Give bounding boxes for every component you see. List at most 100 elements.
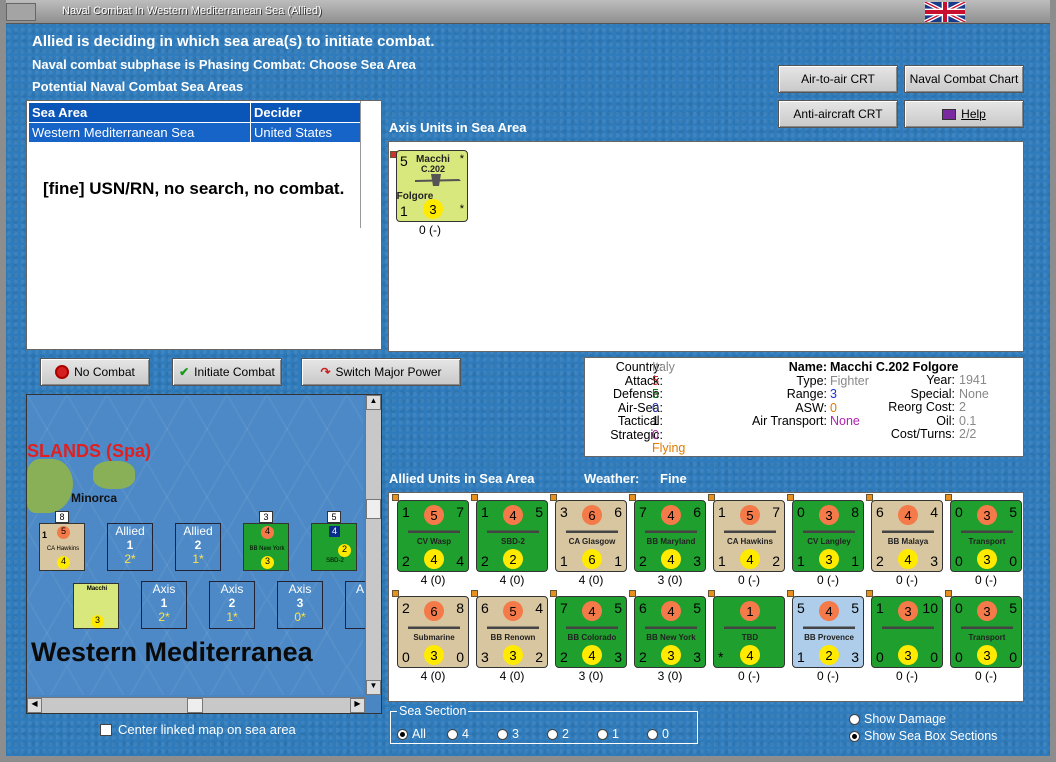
unit-bottom-left: 1 (560, 553, 568, 569)
naval-combat-chart-button[interactable]: Naval Combat Chart (904, 65, 1024, 93)
allied-unit[interactable]: 6 5 4 BB New York 2 3 3 (634, 596, 706, 668)
unit-left: 1 (42, 530, 48, 540)
scroll-down-arrow-icon[interactable]: ▼ (366, 680, 381, 695)
allied-unit[interactable]: 0 8 3 CV Langley 1 1 3 (792, 500, 864, 572)
radio-label: All (412, 727, 426, 741)
allied-box-1[interactable]: Allied 1 2* (107, 523, 153, 571)
uk-flag-icon[interactable] (922, 2, 968, 22)
strategic-value: 0 (652, 427, 659, 442)
status-heading: Allied is deciding in which sea area(s) … (32, 33, 435, 50)
axis-box-3[interactable]: Axis 3 0* (277, 581, 323, 629)
help-button[interactable]: Help (904, 100, 1024, 128)
sea-section-2[interactable]: 2 (547, 727, 569, 741)
allied-unit[interactable]: 7 6 4 BB Maryland 2 3 4 (634, 500, 706, 572)
show-damage-option[interactable]: Show Damage (849, 712, 946, 726)
scroll-left-arrow-icon[interactable]: ◀ (27, 698, 42, 713)
sea-section-1[interactable]: 1 (597, 727, 619, 741)
no-entry-icon (55, 365, 70, 379)
radio-dot[interactable] (849, 713, 860, 725)
allied-unit[interactable]: 1 5 4 SBD-2 2 2 (476, 500, 548, 572)
col-sea-area[interactable]: Sea Area (28, 102, 251, 123)
radio-dot[interactable] (597, 728, 608, 740)
scroll-right-arrow-icon[interactable]: ▶ (350, 698, 365, 713)
show-sea-box-option[interactable]: Show Sea Box Sections (849, 729, 997, 743)
air-to-air-crt-button[interactable]: Air-to-air CRT (778, 65, 898, 93)
center-map-checkbox-row[interactable]: Center linked map on sea area (100, 722, 296, 737)
box-label: Axis (288, 582, 312, 596)
unit-defense: 3 (424, 645, 444, 665)
vertical-scroll-thumb[interactable] (366, 499, 381, 519)
allied-unit[interactable]: 1 10 3 0 0 3 (871, 596, 943, 668)
unit-top-left: 6 (481, 600, 489, 616)
initiate-combat-button[interactable]: ✔ Initiate Combat (172, 358, 282, 386)
unit-defense: 2 (503, 549, 523, 569)
unit-attack: 4 (261, 526, 274, 539)
air-transport-label: Air Transport: (751, 414, 827, 428)
allied-unit[interactable]: 3 6 6 CA Glasgow 1 1 6 (555, 500, 627, 572)
map-unit-sbd-2[interactable]: 4 SBD-2 2 (311, 523, 357, 571)
cell-decider[interactable]: United States (250, 122, 361, 143)
horizontal-scroll-thumb[interactable] (187, 698, 203, 713)
allied-unit[interactable]: 5 5 4 BB Provence 1 3 2 (792, 596, 864, 668)
radio-dot[interactable] (497, 728, 508, 740)
linked-map[interactable]: SLANDS (Spa) Minorca 1 5 CA Hawkins 4 8 … (26, 394, 382, 714)
box-number: 1 (160, 596, 168, 610)
col-decider[interactable]: Decider (250, 102, 361, 123)
radio-dot[interactable] (647, 728, 658, 740)
allied-unit[interactable]: 6 4 4 BB Malaya 2 3 4 (871, 500, 943, 572)
allied-box-2[interactable]: Allied 2 1* (175, 523, 221, 571)
unit-bottom-left: * (718, 649, 724, 665)
sea-section-4[interactable]: 4 (447, 727, 469, 741)
switch-major-power-button[interactable]: ↷ Switch Major Power (301, 358, 461, 386)
no-combat-button[interactable]: No Combat (40, 358, 150, 386)
cost-turns-label: Cost/Turns: (890, 427, 955, 441)
unit-bottom-right: 2 (535, 649, 543, 665)
unit-count: 0 (-) (817, 573, 839, 587)
radio-dot[interactable] (447, 728, 458, 740)
system-menu-button[interactable] (6, 3, 36, 21)
map-unit-ca-hawkins[interactable]: 1 5 CA Hawkins 4 (39, 523, 85, 571)
ship-silhouette-icon (961, 525, 1013, 535)
subphase-text: Naval combat subphase is Phasing Combat:… (32, 57, 416, 72)
cell-sea-area[interactable]: Western Mediterranean Sea (28, 122, 251, 143)
map-unit-macchi[interactable]: Macchi 3 (73, 583, 119, 629)
unit-defense: 3 (503, 645, 523, 665)
anti-aircraft-crt-button[interactable]: Anti-aircraft CRT (778, 100, 898, 128)
box-number: 3 (296, 596, 304, 610)
sea-section-0[interactable]: 0 (647, 727, 669, 741)
axis-units-label: Axis Units in Sea Area (389, 120, 527, 135)
allied-unit[interactable]: 7 5 4 BB Colorado 2 3 4 (555, 596, 627, 668)
allied-unit[interactable]: 0 5 3 Transport 0 0 3 (950, 596, 1022, 668)
show-sea-box-label: Show Sea Box Sections (864, 729, 998, 743)
radio-dot[interactable] (397, 728, 408, 740)
allied-unit[interactable]: 1 7 5 CV Wasp 2 4 4 (397, 500, 469, 572)
unit-bottom-left: 1 (797, 553, 805, 569)
ship-silhouette-icon (645, 621, 697, 631)
sea-section-3[interactable]: 3 (497, 727, 519, 741)
radio-dot[interactable] (849, 730, 860, 742)
scroll-up-arrow-icon[interactable]: ▲ (366, 395, 381, 410)
horizontal-scrollbar[interactable]: ◀ ▶ (27, 697, 365, 713)
unit-count: 3 (0) (657, 573, 683, 587)
axis-units-panel (388, 141, 1024, 352)
ship-silhouette-icon (724, 621, 776, 631)
allied-unit[interactable]: 2 8 6 Submarine 0 0 3 (397, 596, 469, 668)
allied-unit[interactable]: 1 TBD * 4 (713, 596, 785, 668)
ship-silhouette-icon (803, 525, 855, 535)
map-unit-bb-new-york[interactable]: 4 BB New York 3 (243, 523, 289, 571)
sea-section-all[interactable]: All (397, 727, 426, 741)
axis-box-2[interactable]: Axis 2 1* (209, 581, 255, 629)
unit-attack: 3 (819, 505, 839, 525)
center-map-checkbox[interactable] (100, 723, 112, 736)
unit-bottom-right: 3 (614, 649, 622, 665)
table-row[interactable]: Western Mediterranean Sea United States (28, 122, 361, 143)
radio-dot[interactable] (547, 728, 558, 740)
axis-unit-macchi[interactable]: 5 * Macchi C.202 Folgore 1 3 * (396, 150, 468, 222)
allied-unit[interactable]: 0 5 3 Transport 0 0 3 (950, 500, 1022, 572)
axis-box-1[interactable]: Axis 1 2* (141, 581, 187, 629)
allied-unit[interactable]: 1 7 5 CA Hawkins 1 2 4 (713, 500, 785, 572)
vertical-scrollbar[interactable]: ▲ ▼ (365, 395, 381, 695)
unit-name: BB New York (646, 633, 696, 642)
unit-bottom-left: 2 (402, 553, 410, 569)
allied-unit[interactable]: 6 4 5 BB Renown 3 2 3 (476, 596, 548, 668)
